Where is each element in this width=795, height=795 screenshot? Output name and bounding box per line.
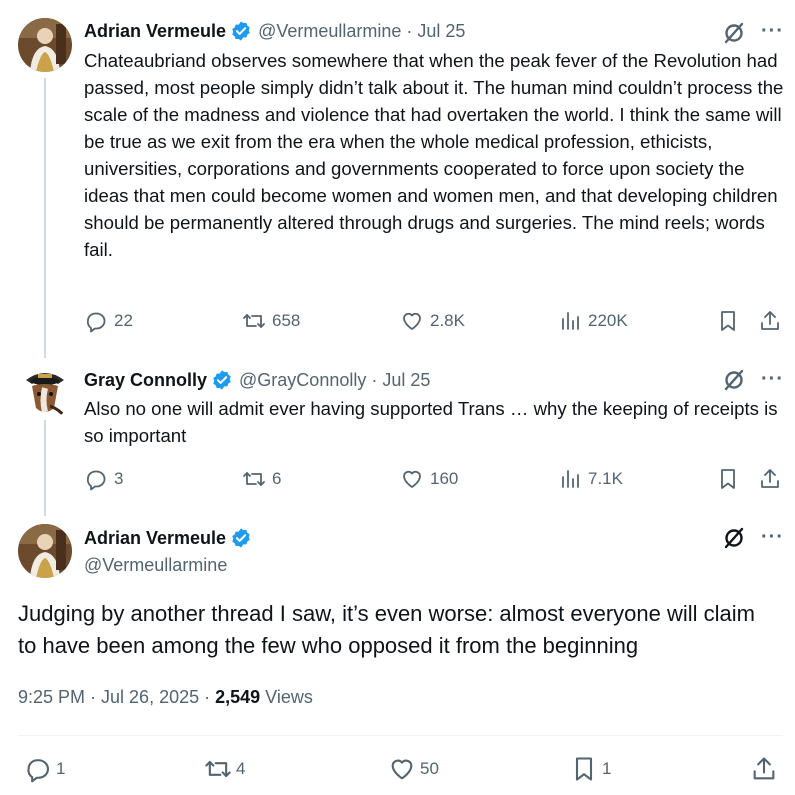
share-icon [753,757,775,780]
reply-button[interactable]: 1 [24,754,65,784]
author-handle[interactable]: @Vermeullarmine [84,555,227,576]
reply-count: 22 [114,311,133,330]
verified-badge-icon [213,370,231,390]
share-icon [761,311,779,330]
author-name[interactable]: Adrian Vermeule [84,21,226,42]
main-tweet-actions: 1 4 50 1 [24,754,784,784]
thread-line [44,78,46,358]
bookmark-button[interactable] [716,464,740,494]
bookmark-button[interactable] [716,306,740,336]
grok-icon[interactable] [722,526,746,550]
views-button[interactable]: 220K [558,306,628,336]
more-icon[interactable]: ··· [761,21,784,41]
bookmark-icon [575,757,593,781]
bookmark-icon [721,311,735,331]
tweet-actions: 22 658 2.8K 220K [84,306,784,336]
tweet-header: Adrian Vermeule @Vermeullarmine · Jul 25 [84,20,465,42]
avatar[interactable] [18,18,72,72]
tweet-meta: 9:25 PM · Jul 26, 2025 · 2,549 Views [18,687,313,708]
bookmark-icon [721,469,735,489]
like-button[interactable]: 160 [400,464,458,494]
like-icon [403,312,421,330]
repost-icon [243,314,265,328]
like-count: 2.8K [430,311,465,330]
repost-icon [205,760,231,778]
repost-button[interactable]: 4 [204,754,245,784]
share-button[interactable] [758,464,782,494]
verified-badge-icon [232,528,250,548]
repost-button[interactable]: 6 [242,464,281,494]
avatar[interactable] [18,366,72,420]
author-name[interactable]: Adrian Vermeule [84,528,226,549]
views-label: Views [260,687,313,707]
grok-icon[interactable] [722,21,746,45]
more-icon[interactable]: ··· [761,527,784,547]
avatar[interactable] [18,524,72,578]
bookmark-button[interactable]: 1 [570,754,611,784]
reply-count: 3 [114,469,124,488]
like-button[interactable]: 50 [388,754,439,784]
tweet-timestamp[interactable]: 9:25 PM · Jul 26, 2025 · [18,687,215,707]
tweet-text: Chateaubriand observes somewhere that wh… [84,50,784,260]
repost-icon [243,472,265,486]
views-icon [562,312,579,330]
author-handle[interactable]: @GrayConnolly [239,370,366,391]
reply-button[interactable]: 22 [84,306,133,336]
tweet-actions: 3 6 160 7.1K [84,464,784,494]
like-count: 160 [430,469,459,488]
like-count: 50 [420,759,439,778]
tweet-header: Gray Connolly @GrayConnolly · Jul 25 [84,369,430,391]
bookmark-count: 1 [602,759,612,778]
reply-icon [86,470,106,491]
repost-count: 4 [236,759,246,778]
main-tweet-text: Judging by another thread I saw, it’s ev… [18,601,755,658]
views-count: 2,549 [215,687,261,707]
views-icon [562,470,579,488]
author-handle[interactable]: @Vermeullarmine [258,21,401,42]
share-icon [761,469,779,488]
reply-icon [27,759,49,783]
like-icon [391,759,413,780]
thread-line [44,420,46,516]
more-icon[interactable]: ··· [761,369,784,389]
divider [18,735,783,736]
share-button[interactable] [758,306,782,336]
main-tweet-header: Adrian Vermeule [84,527,252,549]
repost-count: 6 [272,469,282,488]
repost-count: 658 [272,311,301,330]
views-count: 220K [588,311,628,330]
verified-badge-icon [232,21,250,41]
reply-icon [86,312,106,333]
grok-icon[interactable] [722,368,746,392]
tweet-date[interactable]: · Jul 25 [406,21,465,42]
views-button[interactable]: 7.1K [558,464,623,494]
tweet-text: Also no one will admit ever having suppo… [84,398,778,446]
author-name[interactable]: Gray Connolly [84,370,207,391]
views-count: 7.1K [588,469,623,488]
tweet-date[interactable]: · Jul 25 [371,370,430,391]
reply-count: 1 [56,759,66,778]
share-button[interactable] [750,754,778,784]
like-icon [403,470,421,488]
reply-button[interactable]: 3 [84,464,123,494]
repost-button[interactable]: 658 [242,306,300,336]
like-button[interactable]: 2.8K [400,306,465,336]
main-tweet-handle-row: @Vermeullarmine [84,555,227,576]
